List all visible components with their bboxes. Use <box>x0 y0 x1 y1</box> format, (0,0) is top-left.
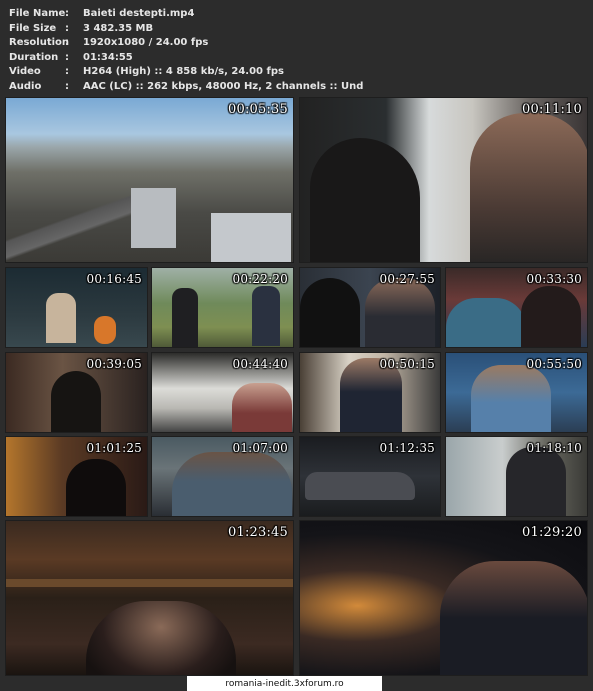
file-info-panel: File Name : Baieti destepti.mp4 File Siz… <box>9 7 363 94</box>
timestamp-label: 00:33:30 <box>526 272 582 286</box>
info-key: File Name <box>9 8 66 19</box>
info-value: AAC (LC) :: 262 kbps, 48000 Hz, 2 channe… <box>83 80 364 92</box>
timestamp-label: 00:50:15 <box>379 357 435 371</box>
timestamp-label: 00:05:35 <box>228 102 288 117</box>
info-separator: : <box>65 22 69 34</box>
timestamp-label: 01:12:35 <box>379 441 435 455</box>
timestamp-label: 01:23:45 <box>228 525 288 540</box>
thumbnail-frame: 00:55:50 <box>446 353 587 432</box>
info-row-file-name: File Name : Baieti destepti.mp4 <box>9 7 363 22</box>
shelf-room-scene <box>6 521 293 675</box>
thumbnail-frame: 00:16:45 <box>6 268 147 347</box>
timestamp-label: 00:39:05 <box>86 357 142 371</box>
timestamp-label: 00:22:20 <box>232 272 288 286</box>
thumbnail-frame: 01:12:35 <box>300 437 440 516</box>
info-row-file-size: File Size : 3 482.35 MB <box>9 22 363 37</box>
thumbnail-frame: 01:23:45 <box>6 521 293 675</box>
info-key: Duration <box>9 51 59 63</box>
info-value: 3 482.35 MB <box>83 22 154 34</box>
info-separator: : <box>65 37 69 48</box>
thumbnail-frame: 00:22:20 <box>152 268 293 347</box>
info-value: H264 (High) :: 4 858 kb/s, 24.00 fps <box>83 66 284 77</box>
timestamp-label: 00:44:40 <box>232 357 288 371</box>
city-aerial-scene <box>6 98 293 262</box>
thumbnail-frame: 01:18:10 <box>446 437 587 516</box>
info-separator: : <box>65 8 69 19</box>
info-separator: : <box>65 80 69 92</box>
timestamp-label: 00:27:55 <box>379 272 435 286</box>
two-men-scene <box>300 98 587 262</box>
thumbnail-frame: 00:11:10 <box>300 98 587 262</box>
info-key: Video <box>9 66 41 77</box>
info-row-resolution: Resolution : 1920x1080 / 24.00 fps <box>9 36 363 51</box>
info-separator: : <box>65 66 69 77</box>
thumbnail-frame: 00:39:05 <box>6 353 147 432</box>
timestamp-label: 01:18:10 <box>526 441 582 455</box>
night-scene <box>300 521 587 675</box>
info-row-audio: Audio : AAC (LC) :: 262 kbps, 48000 Hz, … <box>9 80 363 95</box>
info-key: Resolution <box>9 37 70 48</box>
thumbnail-frame: 00:05:35 <box>6 98 293 262</box>
timestamp-label: 00:16:45 <box>86 272 142 286</box>
thumbnail-frame: 01:29:20 <box>300 521 587 675</box>
thumbnail-frame: 00:33:30 <box>446 268 587 347</box>
info-key: File Size <box>9 22 57 34</box>
thumbnail-frame: 00:44:40 <box>152 353 293 432</box>
timestamp-label: 01:29:20 <box>522 525 582 540</box>
timestamp-label: 01:01:25 <box>86 441 142 455</box>
info-value: Baieti destepti.mp4 <box>83 8 195 19</box>
thumbnail-frame: 01:07:00 <box>152 437 293 516</box>
watermark-footer: romania-inedit.3xforum.ro <box>187 676 382 691</box>
thumbnail-frame: 00:27:55 <box>300 268 440 347</box>
info-value: 01:34:55 <box>83 51 133 63</box>
info-separator: : <box>65 51 69 63</box>
info-row-duration: Duration : 01:34:55 <box>9 51 363 66</box>
thumbnail-frame: 00:50:15 <box>300 353 440 432</box>
info-key: Audio <box>9 80 42 92</box>
timestamp-label: 01:07:00 <box>232 441 288 455</box>
thumbnail-frame: 01:01:25 <box>6 437 147 516</box>
info-row-video: Video : H264 (High) :: 4 858 kb/s, 24.00… <box>9 65 363 80</box>
info-value: 1920x1080 / 24.00 fps <box>83 37 209 48</box>
timestamp-label: 00:55:50 <box>526 357 582 371</box>
timestamp-label: 00:11:10 <box>522 102 582 117</box>
